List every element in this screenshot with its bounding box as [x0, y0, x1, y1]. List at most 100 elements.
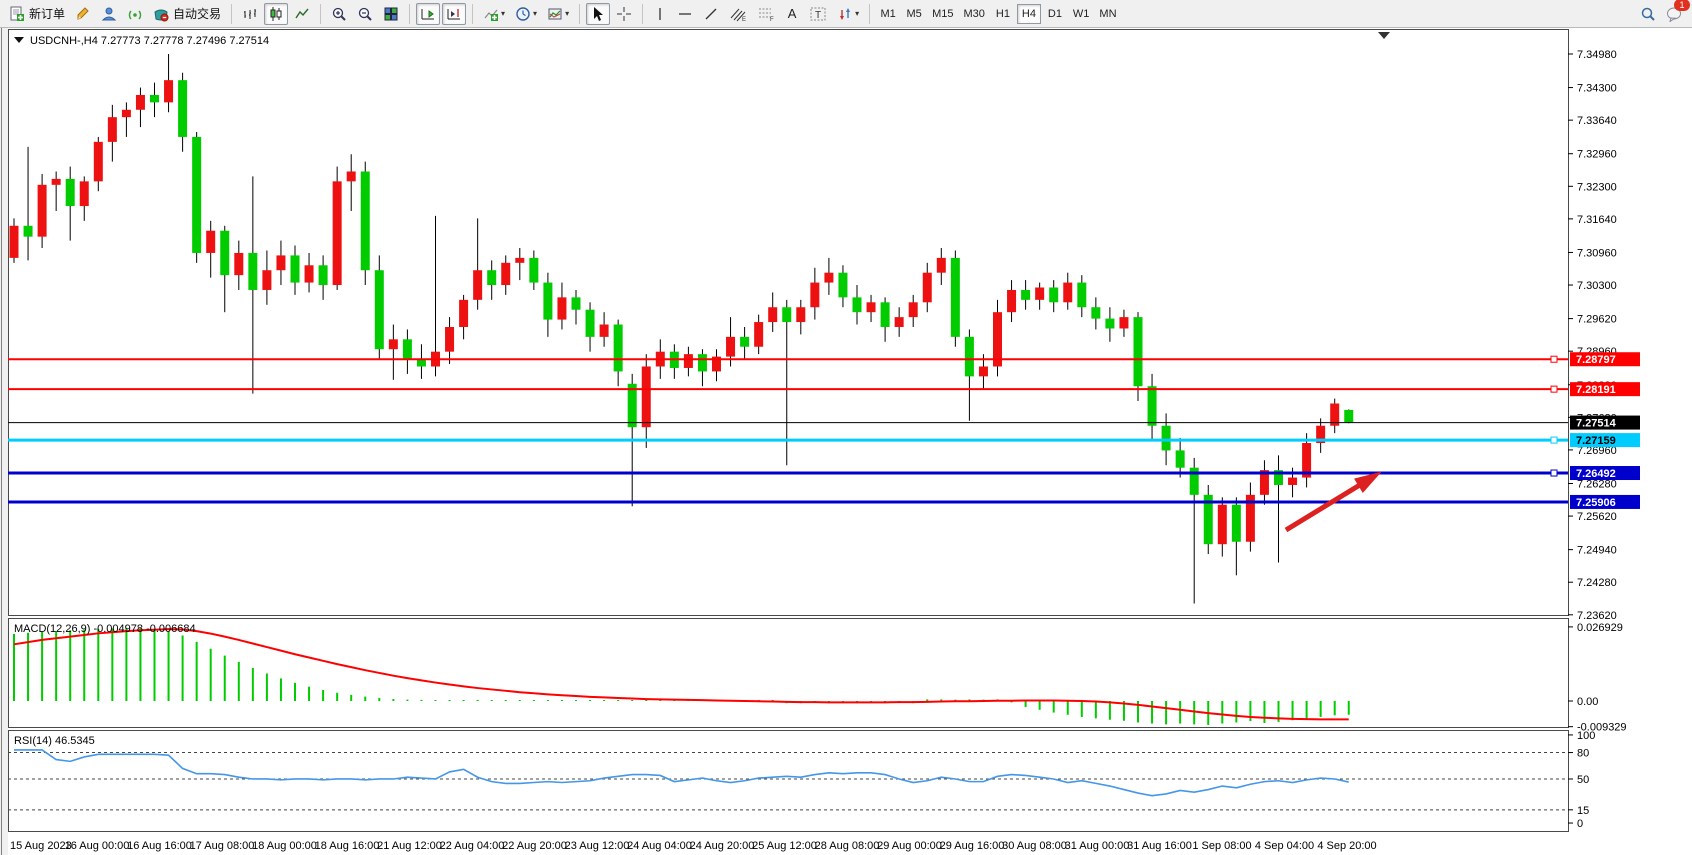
candle-up — [206, 231, 215, 253]
line-handle[interactable] — [1551, 470, 1557, 476]
price-axis-label: 7.30300 — [1577, 280, 1617, 292]
candle-up — [937, 258, 946, 273]
candle-down — [782, 307, 791, 322]
line-handle[interactable] — [1551, 386, 1557, 392]
line-handle[interactable] — [1551, 356, 1557, 362]
text-tool-icon: A — [788, 6, 797, 21]
horizontal-line-button[interactable] — [673, 3, 697, 25]
zoom-out-button[interactable] — [353, 3, 377, 25]
price-axis-label: 7.24280 — [1577, 577, 1617, 589]
price-axis-label: 7.34980 — [1577, 49, 1617, 61]
channel-button[interactable]: E — [725, 3, 751, 25]
date-axis-label: 24 Aug 20:00 — [690, 840, 755, 852]
candle-up — [347, 171, 356, 181]
date-axis-label: 31 Aug 16:00 — [1127, 840, 1192, 852]
fibonacci-button[interactable]: F — [753, 3, 779, 25]
timeframe-button-m15[interactable]: M15 — [928, 4, 957, 24]
candle-up — [122, 110, 131, 117]
bar-chart-button[interactable] — [238, 3, 262, 25]
candle-up — [234, 253, 243, 275]
label-tool-icon: T — [809, 6, 827, 22]
date-axis-label: 21 Aug 12:00 — [377, 840, 442, 852]
cursor-button[interactable] — [586, 3, 610, 25]
candle-down — [487, 270, 496, 285]
fibonacci-icon: F — [757, 6, 775, 22]
date-axis[interactable]: 15 Aug 202316 Aug 00:0016 Aug 16:0017 Au… — [10, 840, 1377, 852]
new-order-button[interactable]: 新订单 — [5, 3, 69, 25]
date-axis-label: 29 Aug 00:00 — [877, 840, 942, 852]
candle-up — [38, 185, 47, 237]
candle-down — [586, 310, 595, 337]
dropdown-arrow-icon: ▾ — [501, 9, 505, 18]
periods-button[interactable]: ▾ — [511, 3, 541, 25]
templates-button[interactable]: ▾ — [543, 3, 573, 25]
date-axis-label: 22 Aug 20:00 — [502, 840, 567, 852]
timeframe-group: M1M5M15M30H1H4D1W1MN — [875, 4, 1121, 24]
toolbar-separator — [869, 4, 870, 24]
auto-scroll-button[interactable] — [416, 3, 440, 25]
line-chart-icon — [294, 6, 310, 22]
label-tool-button[interactable]: T — [805, 3, 831, 25]
search-button[interactable] — [1636, 3, 1660, 25]
chart-title-group: USDCNH-,H4 7.27773 7.27778 7.27496 7.275… — [14, 35, 269, 47]
trendline-button[interactable] — [699, 3, 723, 25]
candle-up — [909, 302, 918, 317]
price-axis-label: 7.30960 — [1577, 247, 1617, 259]
timeframe-button-h4[interactable]: H4 — [1017, 4, 1041, 24]
line-chart-button[interactable] — [290, 3, 314, 25]
timeframe-button-m1[interactable]: M1 — [876, 4, 900, 24]
candlestick-button[interactable] — [264, 3, 288, 25]
template-icon — [547, 6, 563, 22]
zoom-in-button[interactable] — [327, 3, 351, 25]
price-tag-label: 7.27159 — [1576, 435, 1616, 447]
date-axis-label: 24 Aug 04:00 — [627, 840, 692, 852]
candle-down — [1134, 317, 1143, 386]
zoom-out-icon — [357, 6, 373, 22]
line-handle[interactable] — [1551, 437, 1557, 443]
candle-up — [557, 297, 566, 319]
date-axis-label: 28 Aug 08:00 — [815, 840, 880, 852]
arrows-tool-button[interactable]: ▾ — [833, 3, 863, 25]
chart-shift-button[interactable] — [442, 3, 466, 25]
dropdown-arrow-icon: ▾ — [533, 9, 537, 18]
timeframe-button-h1[interactable]: H1 — [991, 4, 1015, 24]
tile-windows-button[interactable] — [379, 3, 403, 25]
date-axis-label: 22 Aug 04:00 — [440, 840, 505, 852]
timeframe-button-d1[interactable]: D1 — [1043, 4, 1067, 24]
vertical-line-button[interactable] — [649, 3, 671, 25]
candle-down — [572, 297, 581, 309]
signals-button[interactable] — [123, 3, 147, 25]
chart-canvas[interactable]: 7.349807.343007.336407.329607.323007.316… — [0, 28, 1692, 855]
candle-up — [867, 302, 876, 312]
community-button[interactable] — [97, 3, 121, 25]
rsi-title: RSI(14) 46.5345 — [14, 735, 95, 747]
timeframe-button-m30[interactable]: M30 — [960, 4, 989, 24]
crosshair-icon — [616, 6, 632, 22]
date-axis-label: 31 Aug 00:00 — [1065, 840, 1130, 852]
auto-trading-button[interactable]: 自动交易 — [149, 3, 225, 25]
candle-up — [923, 273, 932, 303]
date-axis-label: 29 Aug 16:00 — [940, 840, 1005, 852]
channel-icon: E — [729, 6, 747, 22]
candle-up — [1218, 505, 1227, 544]
price-axis-label: 7.32300 — [1577, 181, 1617, 193]
crosshair-button[interactable] — [612, 3, 636, 25]
rsi-axis-label: 80 — [1577, 748, 1589, 760]
timeframe-button-m5[interactable]: M5 — [902, 4, 926, 24]
chat-button[interactable]: 1 — [1662, 3, 1687, 25]
candle-up — [164, 80, 173, 102]
candle-down — [291, 255, 300, 282]
candle-down — [375, 270, 384, 349]
styler-button[interactable] — [71, 3, 95, 25]
chart-title: USDCNH-,H4 7.27773 7.27778 7.27496 7.275… — [30, 35, 269, 47]
indicators-icon — [483, 6, 499, 22]
trendline-icon — [703, 6, 719, 22]
indicators-button[interactable]: ▾ — [479, 3, 509, 25]
text-tool-button[interactable]: A — [781, 3, 803, 25]
timeframe-button-w1[interactable]: W1 — [1069, 4, 1094, 24]
new-order-label: 新订单 — [29, 5, 65, 22]
date-axis-label: 18 Aug 16:00 — [315, 840, 380, 852]
timeframe-button-mn[interactable]: MN — [1095, 4, 1120, 24]
candle-down — [529, 258, 538, 283]
price-axis-label: 7.31640 — [1577, 214, 1617, 226]
